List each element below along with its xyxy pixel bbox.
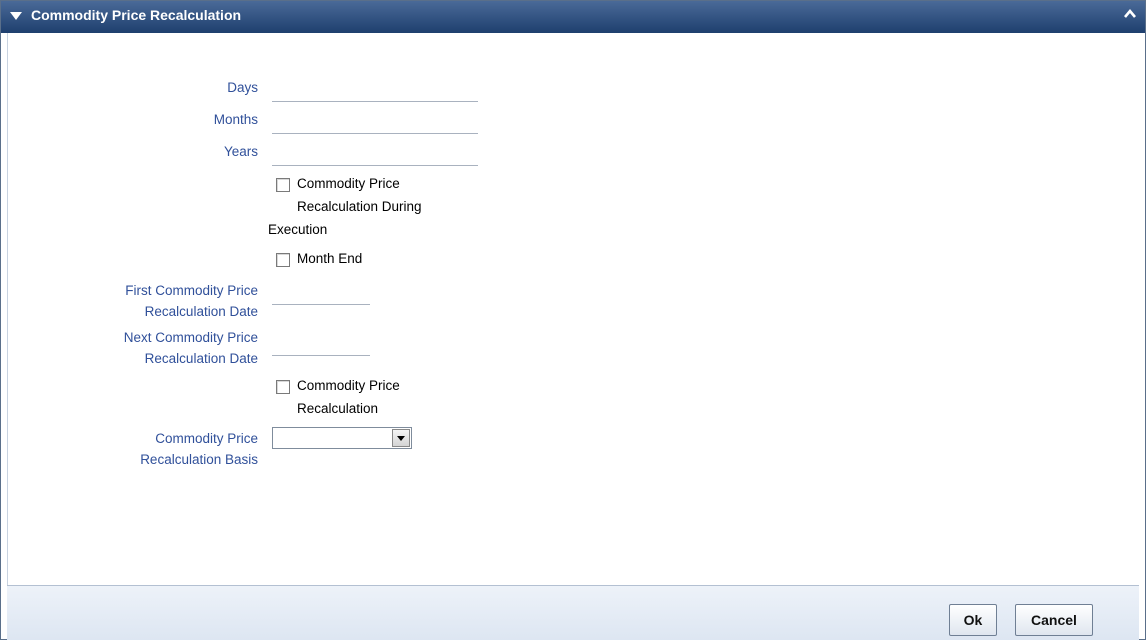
ok-button[interactable]: Ok: [949, 604, 997, 636]
footer-bar: Ok Cancel: [7, 585, 1139, 640]
months-label: Months: [213, 112, 258, 127]
recalc-basis-label-line1: Commodity Price: [155, 431, 258, 446]
years-label: Years: [223, 144, 258, 159]
first-recalc-date-label-line2: Recalculation Date: [144, 304, 258, 319]
form-panel: Days Months Years Commodity Price Recalc…: [7, 33, 1140, 585]
during-execution-checkbox[interactable]: [276, 178, 290, 192]
collapse-toggle-icon[interactable]: [9, 10, 23, 22]
dropdown-button[interactable]: [392, 429, 410, 447]
next-recalc-date-input[interactable]: [272, 335, 370, 356]
days-label: Days: [227, 80, 258, 95]
first-recalc-date-input[interactable]: [272, 284, 370, 305]
commodity-price-recalculation-label-line1: Commodity Price: [297, 378, 400, 393]
next-recalc-date-label-line2: Recalculation Date: [144, 351, 258, 366]
months-input[interactable]: [272, 113, 478, 134]
commodity-price-recalculation-label-line2: Recalculation: [297, 401, 379, 416]
recalc-basis-label-line2: Recalculation Basis: [140, 452, 258, 467]
month-end-checkbox[interactable]: [276, 253, 290, 267]
cancel-button[interactable]: Cancel: [1015, 604, 1093, 636]
years-input[interactable]: [272, 145, 478, 166]
commodity-price-recalculation-window: Commodity Price Recalculation Days Month…: [0, 0, 1146, 640]
month-end-label: Month End: [297, 251, 363, 266]
commodity-price-recalculation-checkbox[interactable]: [276, 380, 290, 394]
first-recalc-date-label-line1: First Commodity Price: [125, 283, 258, 298]
recalc-basis-select[interactable]: [272, 427, 412, 449]
title-bar: Commodity Price Recalculation: [1, 1, 1145, 33]
during-execution-label-line2: Recalculation During: [297, 199, 422, 214]
during-execution-label-line1: Commodity Price: [297, 176, 400, 191]
window-title: Commodity Price Recalculation: [31, 7, 242, 23]
next-recalc-date-label-line1: Next Commodity Price: [123, 330, 258, 345]
days-input[interactable]: [272, 81, 478, 102]
triangle-down-icon: [397, 436, 405, 441]
during-execution-label-line3: Execution: [268, 222, 328, 237]
chevron-up-icon[interactable]: [1123, 7, 1137, 21]
